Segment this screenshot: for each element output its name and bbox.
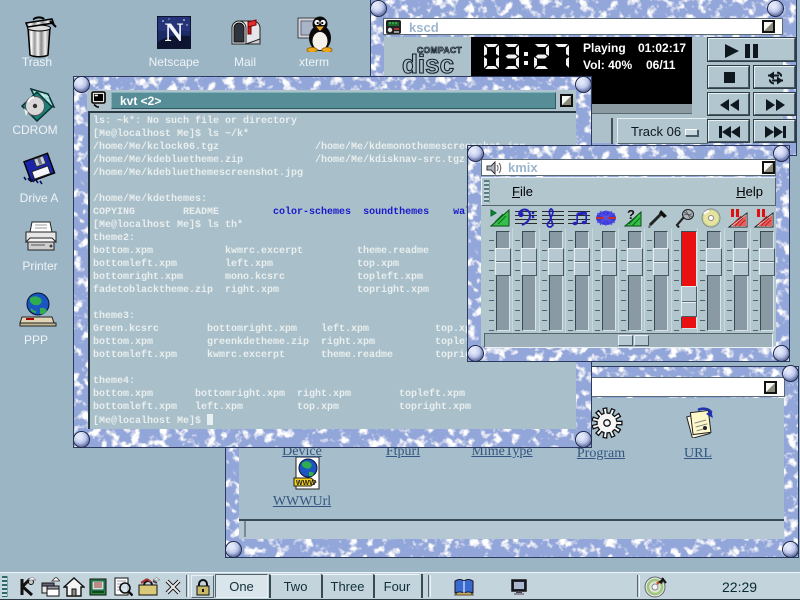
svg-text:disc: disc	[402, 49, 454, 78]
svg-text:N: N	[165, 18, 184, 47]
svg-text:?: ?	[627, 208, 635, 222]
